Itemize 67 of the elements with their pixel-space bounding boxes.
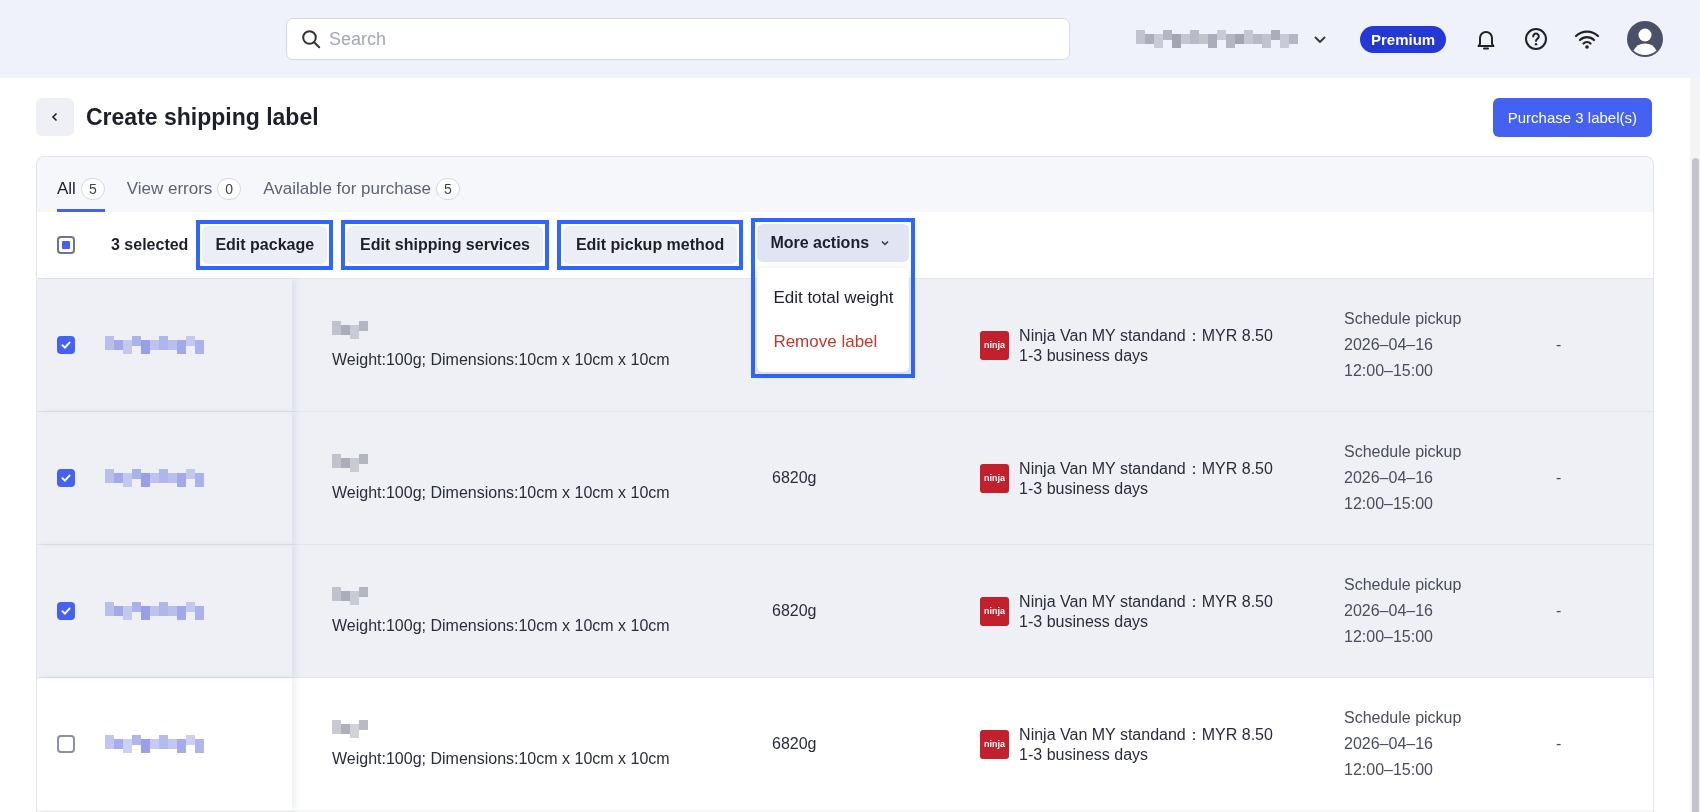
row-checkbox[interactable]	[57, 602, 75, 620]
blurred-text	[332, 454, 368, 472]
scrollbar-thumb[interactable]	[1692, 158, 1699, 812]
blurred-text	[332, 720, 368, 738]
count-badge: 0	[217, 178, 242, 200]
search-field[interactable]: Search	[286, 18, 1070, 60]
pickup-time: 12:00–15:00	[1344, 628, 1434, 646]
row-checkbox[interactable]	[57, 336, 75, 354]
pickup-date: 2026–04–16	[1344, 735, 1434, 753]
package-info: Weight:100g; Dimensions:10cm x 10cm x 10cm	[332, 617, 671, 635]
action-button[interactable]: Edit package	[202, 226, 328, 264]
weight-text: 6820g	[772, 469, 818, 487]
page-title: Create shipping label	[86, 103, 319, 131]
pickup-date: 2026–04–16	[1344, 469, 1434, 487]
select-all-checkbox[interactable]	[57, 236, 75, 254]
wifi-icon[interactable]	[1574, 28, 1601, 50]
table-cell: -	[1556, 602, 1562, 620]
carrier-logo: ninja	[980, 596, 1010, 626]
premium-badge: Premium	[1360, 25, 1447, 53]
count-badge: 5	[80, 178, 105, 200]
avatar-icon[interactable]	[1626, 20, 1665, 58]
check-icon	[60, 605, 72, 617]
blurred-text	[332, 587, 368, 605]
purchase-button[interactable]: Purchase 3 label(s)	[1492, 97, 1652, 137]
row-checkbox[interactable]	[57, 469, 75, 487]
action-button[interactable]: Edit pickup method	[562, 226, 738, 264]
menu-item[interactable]: Remove label	[757, 320, 910, 364]
carrier-logo: ninja	[980, 729, 1010, 759]
table-cell: -	[1556, 336, 1562, 354]
check-icon	[60, 472, 72, 484]
pickup-method: Schedule pickup	[1344, 576, 1463, 594]
more-actions-button[interactable]: More actions	[757, 224, 910, 262]
pickup-method: Schedule pickup	[1344, 709, 1463, 727]
pickup-method: Schedule pickup	[1344, 310, 1463, 328]
transit-text: 1-3 business days	[1019, 479, 1150, 498]
transit-text: 1-3 business days	[1019, 612, 1150, 631]
carrier-logo: ninja	[980, 463, 1010, 493]
tab[interactable]: Available for purchase 5	[263, 178, 460, 212]
service-text: Ninja Van MY standand：MYR 8.50	[1019, 591, 1273, 612]
package-info: Weight:100g; Dimensions:10cm x 10cm x 10cm	[332, 484, 671, 502]
service-text: Ninja Van MY standand：MYR 8.50	[1019, 724, 1273, 745]
count-badge: 5	[436, 178, 460, 200]
blurred-text	[332, 321, 368, 339]
pickup-time: 12:00–15:00	[1344, 362, 1434, 380]
row-checkbox[interactable]	[57, 735, 75, 753]
pickup-date: 2026–04–16	[1344, 602, 1434, 620]
table-cell: -	[1556, 469, 1562, 487]
pickup-time: 12:00–15:00	[1344, 761, 1434, 779]
tab[interactable]: View errors 0	[126, 178, 242, 212]
pickup-date: 2026–04–16	[1344, 336, 1434, 354]
carrier-logo: ninja	[980, 330, 1010, 360]
action-button[interactable]: Edit shipping services	[347, 226, 543, 264]
weight-text: 6820g	[772, 735, 818, 753]
help-icon[interactable]	[1524, 27, 1549, 51]
menu-item[interactable]: Edit total weight	[757, 276, 910, 320]
pickup-time: 12:00–15:00	[1344, 495, 1434, 513]
weight-text: 6820g	[772, 602, 818, 620]
table-cell: -	[1556, 735, 1562, 753]
service-text: Ninja Van MY standand：MYR 8.50	[1019, 458, 1273, 479]
transit-text: 1-3 business days	[1019, 346, 1150, 365]
package-info: Weight:100g; Dimensions:10cm x 10cm x 10cm	[332, 351, 671, 369]
service-text: Ninja Van MY standand：MYR 8.50	[1019, 325, 1273, 346]
selected-count: 3 selected	[111, 236, 189, 254]
pickup-method: Schedule pickup	[1344, 443, 1463, 461]
transit-text: 1-3 business days	[1019, 745, 1150, 764]
package-info: Weight:100g; Dimensions:10cm x 10cm x 10cm	[332, 750, 671, 768]
check-icon	[60, 339, 72, 351]
